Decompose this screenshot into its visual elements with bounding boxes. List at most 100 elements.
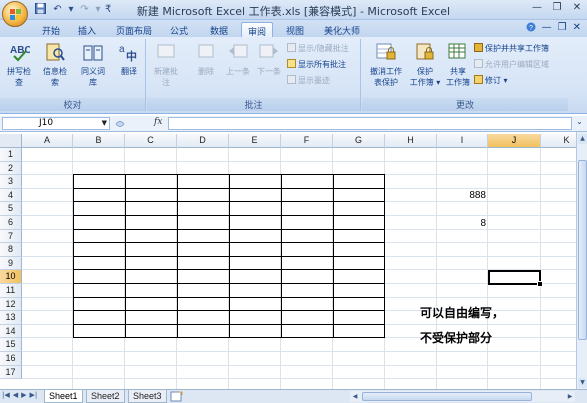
show-all-comments-button[interactable]: 显示所有批注	[287, 59, 346, 71]
research-button[interactable]: 信息检索	[40, 41, 70, 88]
insert-sheet-icon[interactable]	[170, 391, 184, 402]
select-all-corner[interactable]	[0, 134, 22, 148]
column-header-e[interactable]: E	[229, 134, 281, 148]
cell-I6[interactable]: 8	[440, 218, 486, 229]
help-icon[interactable]: ?	[526, 22, 536, 35]
restore-button[interactable]: ❐	[551, 2, 563, 13]
tab-home[interactable]: 开始	[36, 22, 66, 37]
previous-comment-button[interactable]: 上一条	[223, 41, 253, 77]
active-cell-J10[interactable]	[488, 270, 543, 287]
column-header-b[interactable]: B	[73, 134, 125, 148]
row-header-4[interactable]: 4	[0, 188, 22, 203]
unprotect-sheet-button[interactable]: 撤消工作 表保护	[366, 41, 406, 88]
allow-edit-ranges-button[interactable]: 允许用户编辑区域	[474, 59, 549, 71]
new-comment-button[interactable]: 新建批注	[151, 41, 181, 88]
show-ink-button[interactable]: 显示墨迹	[287, 75, 330, 87]
spell-check-button[interactable]: ABC 拼写检查	[4, 41, 34, 88]
cell-I4[interactable]: 888	[440, 190, 486, 201]
tab-view[interactable]: 视图	[280, 22, 310, 37]
column-header-i[interactable]: I	[437, 134, 488, 148]
scroll-right-icon[interactable]: ▶	[565, 391, 575, 402]
row-header-13[interactable]: 13	[0, 311, 22, 325]
first-sheet-icon[interactable]: |◀	[2, 391, 10, 399]
column-header-c[interactable]: C	[125, 134, 177, 148]
column-header-d[interactable]: D	[177, 134, 229, 148]
office-button[interactable]	[2, 1, 28, 27]
row-header-2[interactable]: 2	[0, 161, 22, 176]
protect-workbook-button[interactable]: 保护 工作簿 ▾	[406, 41, 444, 88]
translate-button[interactable]: a 中 翻译	[114, 41, 144, 77]
ribbon-minimize-icon[interactable]: —	[542, 22, 552, 35]
ribbon-close-icon[interactable]: ✕	[573, 22, 581, 35]
row-header-5[interactable]: 5	[0, 202, 22, 216]
horizontal-scrollbar[interactable]: ◀ ▶	[350, 391, 575, 402]
name-box-dropdown-icon[interactable]: ▼	[102, 118, 107, 129]
row-header-17[interactable]: 17	[0, 365, 22, 380]
row-header-8[interactable]: 8	[0, 243, 22, 257]
column-header-h[interactable]: H	[385, 134, 437, 148]
protect-share-workbook-button[interactable]: 保护并共享工作簿	[474, 43, 549, 55]
formula-input[interactable]	[168, 117, 572, 130]
thesaurus-button[interactable]: 同义词库	[78, 41, 108, 88]
next-comment-button[interactable]: 下一条	[254, 41, 284, 77]
show-hide-comment-button[interactable]: 显示/隐藏批注	[287, 43, 349, 55]
table-border-horizontal	[73, 255, 385, 257]
delete-comment-label: 删除	[198, 67, 214, 76]
share-workbook-button[interactable]: 共享 工作簿	[442, 41, 474, 88]
row-header-15[interactable]: 15	[0, 338, 22, 352]
row-header-1[interactable]: 1	[0, 148, 22, 162]
row-header-16[interactable]: 16	[0, 352, 22, 366]
column-header-g[interactable]: G	[333, 134, 385, 148]
minimize-button[interactable]: —	[531, 2, 543, 13]
sheet-navigation: |◀ ◀ ▶ ▶|	[2, 391, 37, 399]
table-border-horizontal	[73, 215, 385, 216]
table-border-horizontal	[73, 283, 385, 284]
expand-formula-bar-icon[interactable]: ⌄	[574, 117, 585, 130]
insert-function-icon[interactable]: fx	[154, 117, 162, 127]
column-header-f[interactable]: F	[281, 134, 333, 148]
row-header-3[interactable]: 3	[0, 175, 22, 189]
sheet-tab-sheet3[interactable]: Sheet3	[128, 390, 167, 403]
worksheet-grid[interactable]: ABCDEFGHIJK 1 2 3 4 5 6 7 8 9 10 11 12 13 14 15 16 17 88…	[0, 134, 576, 389]
tab-page-layout[interactable]: 页面布局	[110, 22, 158, 37]
ribbon-right-controls: ? — ❐ ✕	[526, 22, 581, 35]
horizontal-scroll-thumb[interactable]	[362, 392, 532, 401]
note-line-2: 不受保护部分	[420, 331, 493, 345]
sheet-tab-sheet1[interactable]: Sheet1	[44, 390, 83, 403]
name-box[interactable]: J10 ▼	[2, 117, 110, 130]
vertical-scroll-thumb[interactable]	[578, 160, 587, 340]
tab-data[interactable]: 数据	[204, 22, 234, 37]
prev-sheet-icon[interactable]: ◀	[13, 391, 18, 399]
tab-beautify-master[interactable]: 美化大师	[318, 22, 366, 37]
previous-comment-label: 上一条	[226, 67, 250, 76]
row-header-6[interactable]: 6	[0, 216, 22, 230]
row-header-11[interactable]: 11	[0, 284, 22, 298]
row-header-12[interactable]: 12	[0, 297, 22, 312]
last-sheet-icon[interactable]: ▶|	[30, 391, 38, 399]
tab-formulas[interactable]: 公式	[164, 22, 194, 37]
ribbon-restore-icon[interactable]: ❐	[558, 22, 567, 35]
sheet-tab-sheet2[interactable]: Sheet2	[86, 390, 125, 403]
tab-review[interactable]: 审阅	[241, 22, 274, 38]
table-border-horizontal	[73, 174, 385, 176]
scroll-left-icon[interactable]: ◀	[350, 391, 360, 402]
comments-group: 新建批注 删除 上一条 下一条 显示/隐藏批注 显示所有批注 显示墨迹 批注	[147, 39, 361, 111]
row-header-14[interactable]: 14	[0, 324, 22, 339]
tab-insert[interactable]: 插入	[72, 22, 102, 37]
next-sheet-icon[interactable]: ▶	[21, 391, 26, 399]
row-header-9[interactable]: 9	[0, 256, 22, 271]
track-changes-button[interactable]: 修订 ▾	[474, 75, 508, 87]
column-header-k[interactable]: K	[541, 134, 576, 148]
next-comment-label: 下一条	[257, 67, 281, 76]
vertical-scrollbar[interactable]: ▲ ▼	[576, 132, 587, 390]
column-header-j[interactable]: J	[488, 134, 541, 148]
table-border-horizontal	[73, 296, 385, 298]
delete-comment-button[interactable]: 删除	[191, 41, 221, 77]
changes-group-label: 更改	[362, 98, 568, 111]
scroll-up-icon[interactable]: ▲	[578, 134, 587, 144]
scroll-down-icon[interactable]: ▼	[578, 378, 587, 388]
column-header-a[interactable]: A	[22, 134, 73, 148]
row-header-7[interactable]: 7	[0, 229, 22, 244]
close-button[interactable]: ✕	[571, 2, 583, 13]
row-header-10[interactable]: 10	[0, 270, 22, 284]
